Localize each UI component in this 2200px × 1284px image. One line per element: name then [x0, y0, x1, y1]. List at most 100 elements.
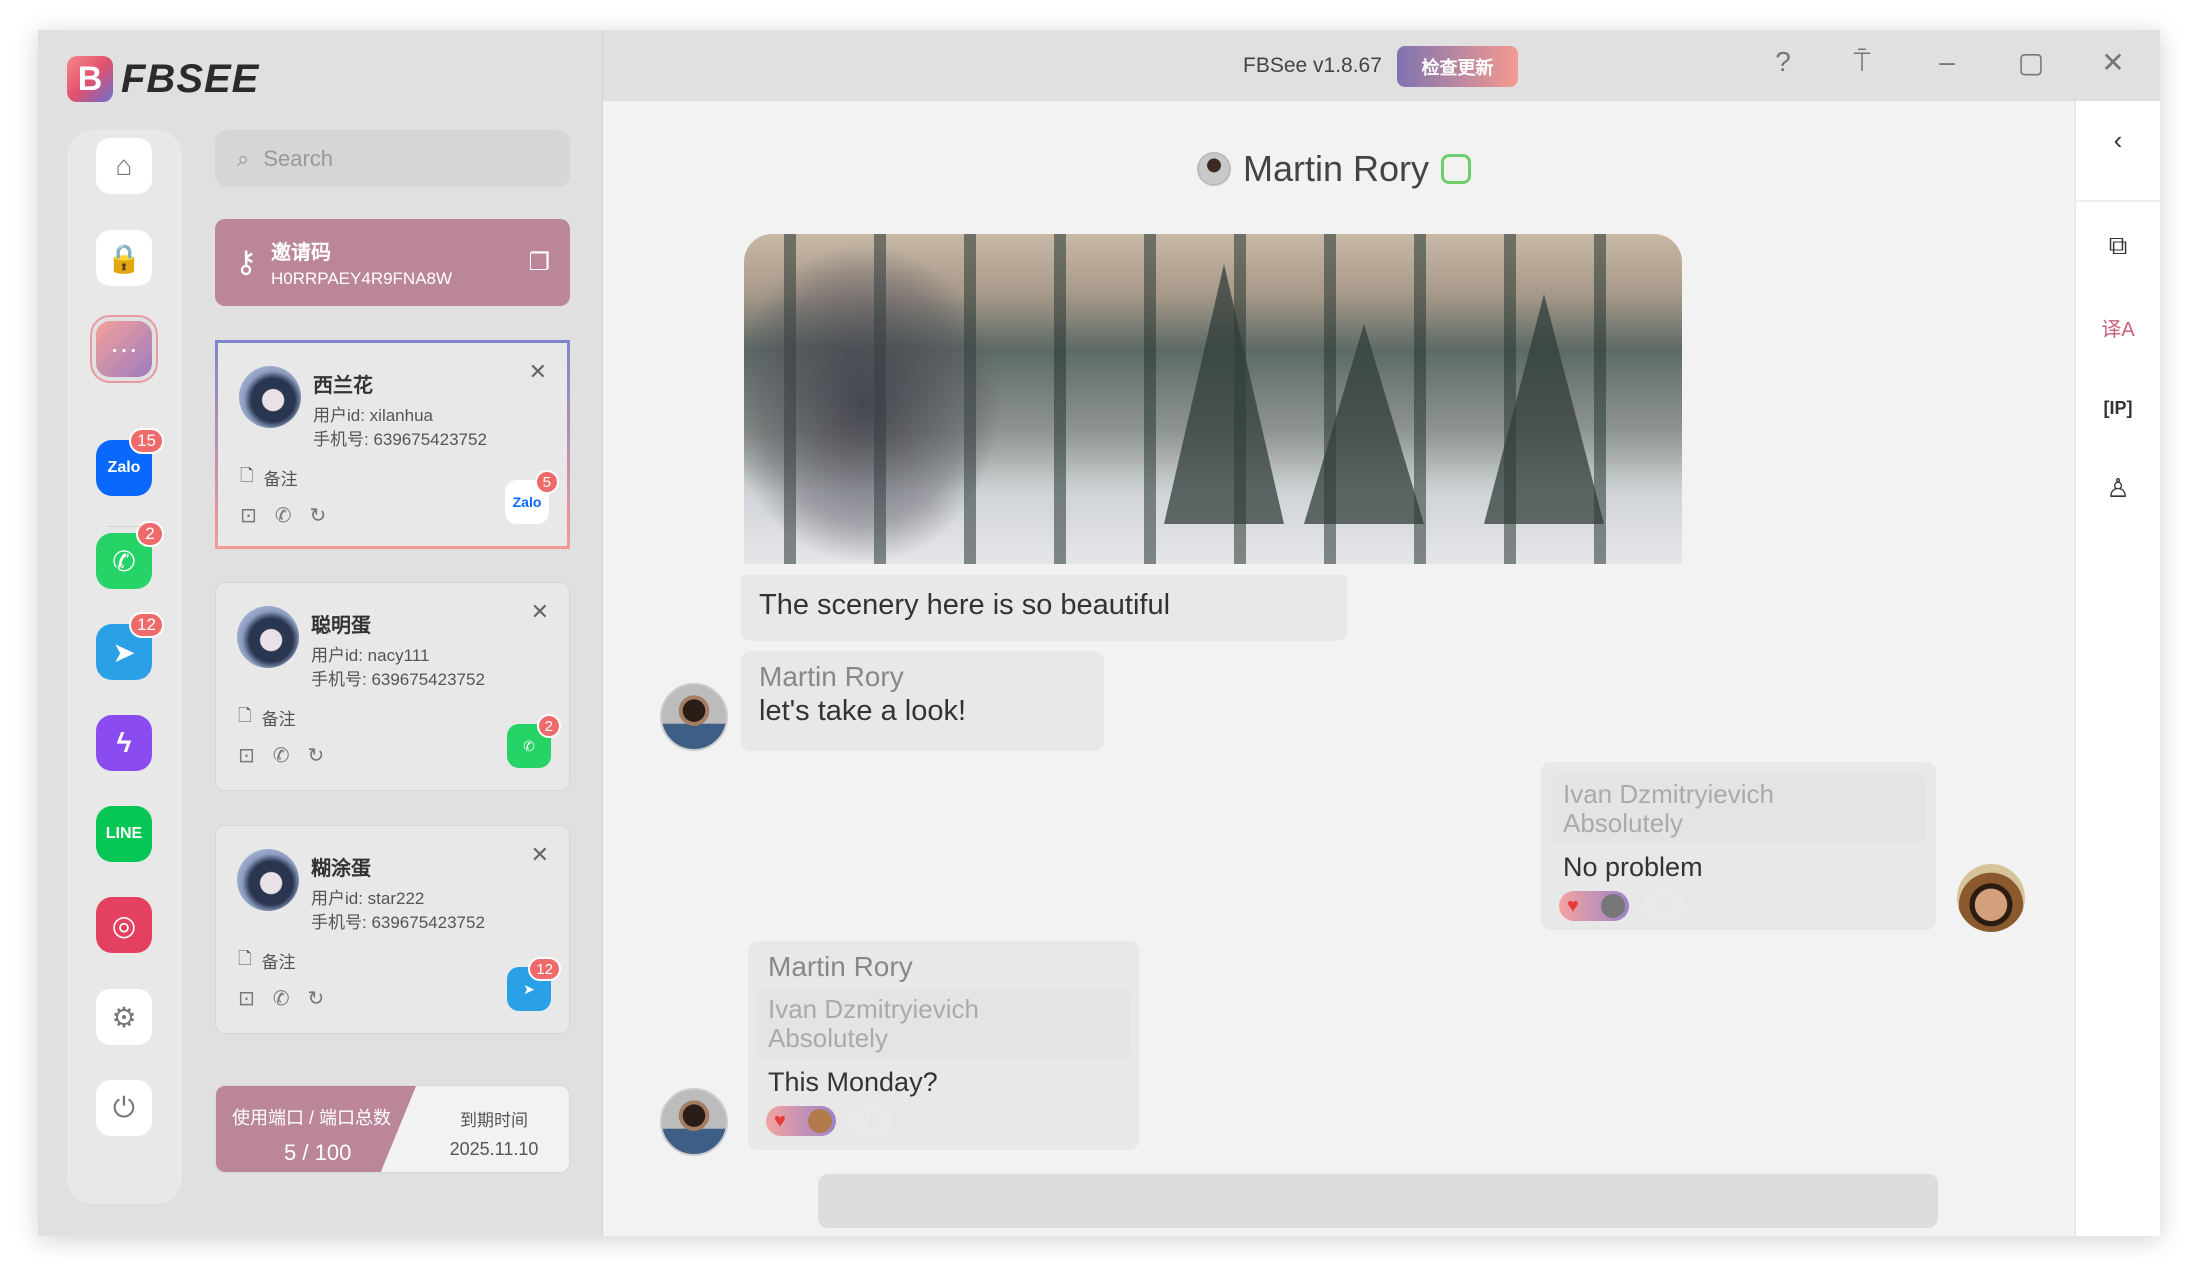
search-input[interactable]: ⌕ Search [215, 130, 570, 187]
left-panel: B FBSEE ⌂ 🔒 ··· Zalo 15 ✆ 2 ➤ 12 ϟ LINE ◎ ⚙ ⏻ ⌕ Search … [38, 30, 603, 1236]
zalo-icon: Zalo [107, 459, 141, 476]
contact-card[interactable]: 西兰花 用户id: xilanhua 手机号: 639675423752 ✕ 🗋… [215, 340, 570, 549]
minimize-icon[interactable]: – [1929, 46, 1965, 78]
rail-item-zalo[interactable]: Zalo 15 [96, 428, 164, 496]
message-image[interactable] [744, 234, 1682, 564]
title-bar: FBSee v1.8.67 检查更新 ? ⍑ – ▢ ✕ [603, 30, 2160, 101]
power-icon: ⏻ [112, 1091, 136, 1123]
note-icon: 🗋 [240, 466, 254, 485]
translate-icon[interactable]: 译A [2096, 305, 2140, 349]
contact-phone: 手机号: 639675423752 [311, 913, 485, 932]
note-label: 备注 [261, 953, 296, 972]
close-icon[interactable]: ✕ [2095, 46, 2131, 79]
rail-item-line[interactable]: LINE [96, 806, 152, 862]
message-input[interactable] [818, 1174, 1938, 1228]
quick-reply-icon[interactable]: ⧉ [2096, 224, 2140, 268]
port-usage: 使用端口 / 端口总数 5 / 100 到期时间 2025.11.10 [215, 1085, 570, 1173]
rail-item-settings[interactable]: ⚙ [96, 989, 152, 1045]
contact-user-id: 用户id: xilanhua [313, 406, 434, 425]
logo: B FBSEE [67, 56, 259, 102]
unread-badge: 12 [528, 957, 561, 981]
tree-shape [1164, 264, 1284, 524]
phone-icon[interactable]: ✆ [273, 986, 290, 1011]
refresh-icon[interactable]: ↻ [310, 503, 327, 528]
message-bubble: Ivan Dzmitryievich Absolutely No problem … [1541, 762, 1936, 930]
maximize-icon[interactable]: ▢ [2013, 46, 2049, 79]
rail-item-chat[interactable]: ··· [96, 321, 152, 377]
chat-status-icon [1441, 154, 1472, 184]
note-label: 备注 [261, 710, 296, 729]
right-toolbar: ‹ ⧉ 译A [IP] ♙ [2075, 101, 2160, 1236]
copy-icon[interactable]: ❐ [528, 248, 550, 277]
close-card-icon[interactable]: ✕ [531, 599, 549, 625]
ports-total: 100 [314, 1140, 352, 1165]
contact-user-id: 用户id: nacy111 [311, 646, 430, 665]
app-icon[interactable]: ✆ 2 [507, 714, 561, 768]
chat-icon: ··· [110, 333, 138, 364]
app-icon[interactable]: Zalo 5 [505, 470, 559, 524]
message-bubble: Martin Rory Ivan Dzmitryievich Absolutely… [748, 941, 1139, 1150]
rail-item-power[interactable]: ⏻ [96, 1080, 152, 1136]
rail-item-instagram[interactable]: ◎ [96, 897, 152, 953]
avatar[interactable] [660, 683, 728, 751]
refresh-icon[interactable]: ↻ [308, 743, 325, 768]
app-version: FBSee v1.8.67 [1243, 54, 1382, 77]
ip-icon[interactable]: [IP] [2096, 386, 2140, 430]
quoted-message: Ivan Dzmitryievich Absolutely [756, 989, 1131, 1059]
add-reaction-icon[interactable]: ♡ [850, 1106, 892, 1136]
app-label: ✆ [523, 737, 535, 754]
contact-icon[interactable]: ⊡ [238, 986, 255, 1011]
back-icon[interactable]: ‹ [2096, 118, 2140, 162]
avatar [237, 849, 299, 911]
rail-item-lock[interactable]: 🔒 [96, 230, 152, 286]
invite-title: 邀请码 [270, 242, 331, 264]
chat-header: Martin Rory [1197, 148, 1472, 190]
contact-favorite-icon[interactable]: ♙ [2096, 466, 2140, 510]
instagram-icon: ◎ [111, 909, 137, 941]
refresh-icon[interactable]: ↻ [308, 986, 325, 1011]
help-icon[interactable]: ? [1765, 46, 1801, 78]
contact-card[interactable]: 聪明蛋 用户id: nacy111 手机号: 639675423752 ✕ 🗋 备… [215, 582, 570, 791]
unread-badge: 5 [534, 470, 559, 494]
reaction-heart[interactable]: ♥ [1559, 891, 1629, 921]
quote-sender: Ivan Dzmitryievich [1563, 779, 1774, 809]
avatar [1197, 152, 1231, 186]
ports-used: 5 [284, 1140, 297, 1165]
note-label: 备注 [263, 470, 298, 489]
note-icon: 🗋 [238, 706, 252, 725]
note-button[interactable]: 🗋 备注 [240, 463, 298, 492]
phone-icon[interactable]: ✆ [275, 503, 292, 528]
message-text: No problem [1563, 852, 1703, 882]
check-update-button[interactable]: 检查更新 [1397, 46, 1518, 87]
quoted-message: Ivan Dzmitryievich Absolutely [1551, 774, 1926, 844]
expiry-date: 2025.11.10 [449, 1139, 539, 1159]
lock-icon: 🔒 [106, 242, 142, 274]
note-button[interactable]: 🗋 备注 [238, 946, 296, 975]
avatar[interactable] [660, 1088, 728, 1156]
rail-item-messenger[interactable]: ϟ [96, 715, 152, 771]
app-icon[interactable]: ➤ 12 [507, 957, 561, 1011]
pin-icon[interactable]: ⍑ [1844, 46, 1880, 79]
contact-icon[interactable]: ⊡ [238, 743, 255, 768]
message-bubble: The scenery here is so beautiful [741, 575, 1347, 641]
app-label: ➤ [523, 980, 535, 997]
whatsapp-icon: ✆ [112, 545, 136, 577]
reaction-heart[interactable]: ♥ [766, 1106, 836, 1136]
close-card-icon[interactable]: ✕ [529, 359, 547, 385]
message-text: The scenery here is so beautiful [759, 589, 1171, 621]
invite-code: H0RRPAEY4R9FNA8W [270, 269, 453, 288]
contact-card[interactable]: 糊涂蛋 用户id: star222 手机号: 639675423752 ✕ 🗋 备… [215, 825, 570, 1034]
rail-item-home[interactable]: ⌂ [96, 138, 152, 194]
phone-icon[interactable]: ✆ [273, 743, 290, 768]
quote-sender: Ivan Dzmitryievich [768, 994, 979, 1024]
rail-item-whatsapp[interactable]: ✆ 2 [96, 521, 164, 589]
nav-rail: ⌂ 🔒 ··· Zalo 15 ✆ 2 ➤ 12 ϟ LINE ◎ ⚙ ⏻ [67, 130, 182, 1204]
close-card-icon[interactable]: ✕ [531, 842, 549, 868]
rail-item-telegram[interactable]: ➤ 12 [96, 612, 164, 680]
add-reaction-icon[interactable]: ♡ [1643, 891, 1685, 921]
avatar[interactable] [1957, 864, 2025, 932]
contact-icon[interactable]: ⊡ [240, 503, 257, 528]
note-button[interactable]: 🗋 备注 [238, 703, 296, 732]
settings-icon: ⚙ [111, 1001, 137, 1033]
logo-text: FBSEE [121, 56, 260, 101]
